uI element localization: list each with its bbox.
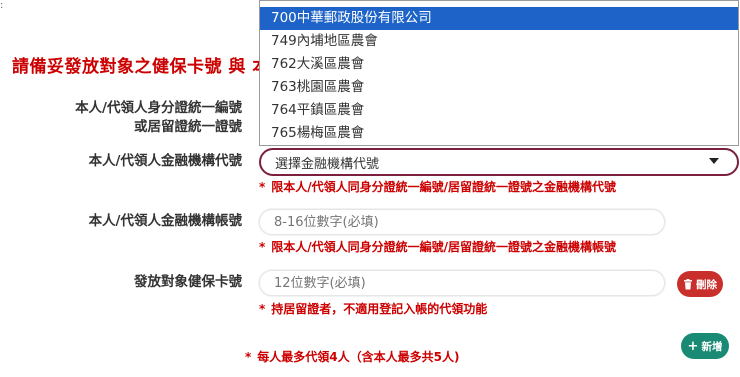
health-card-note-text: 持居留證者，不適用登記入帳的代領功能 <box>271 302 488 316</box>
account-label: 本人/代領人金融機構帳號 <box>88 213 242 229</box>
health-card-input[interactable] <box>259 270 665 296</box>
delete-button-label: 刪除 <box>696 278 717 291</box>
add-button-label: 新增 <box>701 340 723 353</box>
required-mark: * <box>259 302 266 316</box>
account-note-text: 限本人/代領人同身分證統一編號/居留證統一證號之金融機構帳號 <box>271 240 617 254</box>
account-input[interactable] <box>259 209 665 235</box>
dropdown-option[interactable]: 749內埔地區農會 <box>260 30 738 53</box>
limit-note: * 每人最多代領4人（含本人最多共5人) <box>245 348 459 365</box>
caret-down-icon <box>709 158 719 164</box>
add-button[interactable]: + 新增 <box>681 333 729 359</box>
dropdown-option[interactable]: 763桃園區農會 <box>260 76 738 99</box>
bank-code-select[interactable]: 選擇金融機構代號 <box>259 148 739 176</box>
bank-code-label: 本人/代領人金融機構代號 <box>88 153 242 169</box>
limit-note-text: 每人最多代領4人（含本人最多共5人) <box>257 350 460 364</box>
bank-code-dropdown-list[interactable]: 公會 700中華郵政股份有限公司 749內埔地區農會 762大溪區農會 763桃… <box>259 0 739 146</box>
account-note: * 限本人/代領人同身分證統一編號/居留證統一證號之金融機構帳號 <box>259 238 616 255</box>
required-mark: * <box>259 180 266 194</box>
plus-icon: + <box>687 338 699 354</box>
dropdown-option[interactable]: 762大溪區農會 <box>260 53 738 76</box>
dropdown-option[interactable]: 公會 <box>260 1 738 7</box>
id-number-label-line2: 或居留證統一證號 <box>134 119 242 135</box>
required-mark: * <box>245 350 252 364</box>
delete-button[interactable]: 刪除 <box>677 271 723 297</box>
bank-code-selected-value: 選擇金融機構代號 <box>275 156 380 172</box>
health-card-note: * 持居留證者，不適用登記入帳的代領功能 <box>259 300 487 317</box>
page-heading: 請備妥發放對象之健保卡號 與 本 <box>12 57 270 77</box>
bank-code-note: * 限本人/代領人同身分證統一編號/居留證統一證號之金融機構代號 <box>259 178 616 195</box>
corner-mark: : <box>0 0 4 11</box>
id-number-label-line1: 本人/代領人身分證統一編號 <box>75 100 242 116</box>
trash-icon <box>684 278 692 289</box>
health-card-label: 發放對象健保卡號 <box>134 274 242 290</box>
dropdown-option-selected[interactable]: 700中華郵政股份有限公司 <box>260 7 738 30</box>
bank-code-note-text: 限本人/代領人同身分證統一編號/居留證統一證號之金融機構代號 <box>271 180 617 194</box>
dropdown-option[interactable]: 764平鎮區農會 <box>260 99 738 122</box>
required-mark: * <box>259 240 266 254</box>
dropdown-option[interactable]: 765楊梅區農會 <box>260 122 738 145</box>
